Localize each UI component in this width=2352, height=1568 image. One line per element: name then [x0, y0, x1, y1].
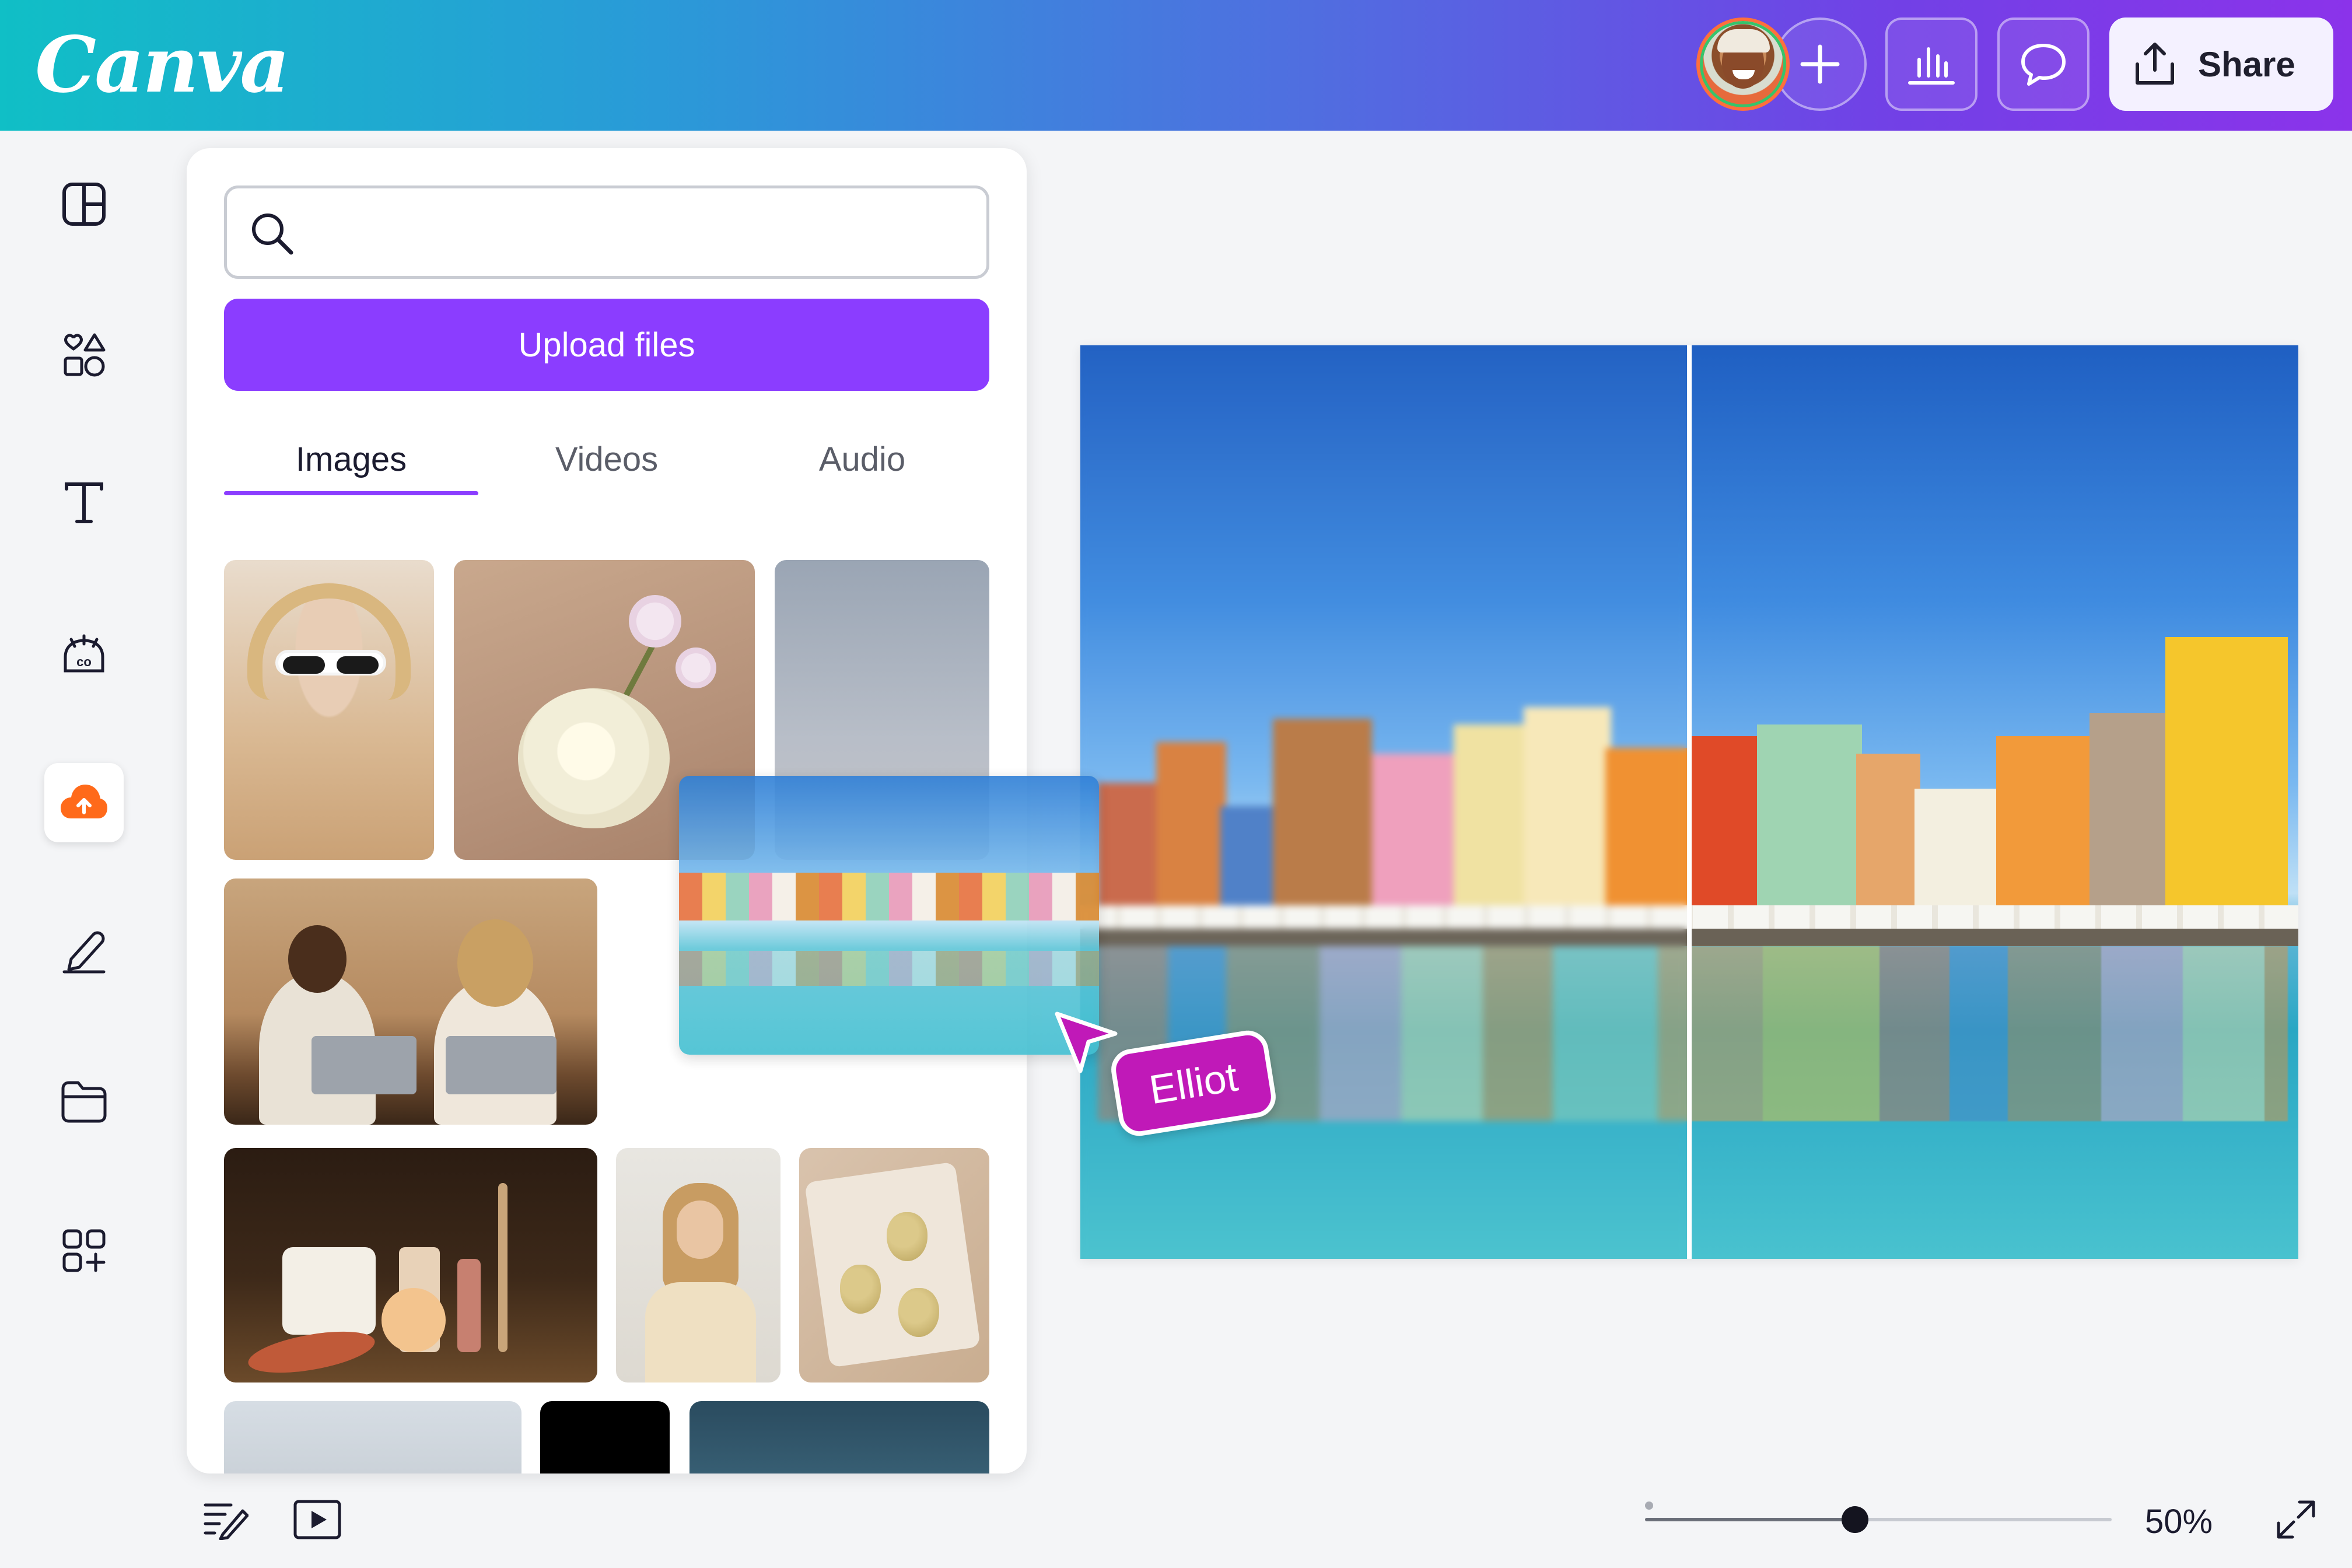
orchid-bloom [629, 595, 681, 648]
rail-elements-button[interactable] [44, 315, 124, 394]
sponge-shape [382, 1288, 446, 1352]
image-thumbnail-cosmetics[interactable] [224, 1148, 597, 1382]
page-divider [1687, 345, 1692, 1259]
svg-text:co: co [76, 654, 92, 669]
design-canvas[interactable] [1080, 345, 2298, 1259]
pear-shape [840, 1265, 881, 1314]
building [2165, 637, 2288, 929]
building [1692, 736, 1762, 929]
image-thumbnail-pears[interactable] [799, 1148, 989, 1382]
rail-projects-button[interactable] [44, 1062, 124, 1141]
rail-apps-button[interactable] [44, 1211, 124, 1290]
orchid-bloom [676, 648, 716, 688]
projects-folder-icon [61, 1081, 107, 1123]
peony-bloom [518, 688, 670, 828]
laptop-shape [312, 1036, 416, 1094]
person-head [288, 925, 346, 993]
brush-shape [498, 1183, 508, 1352]
image-thumbnail-palms[interactable] [690, 1401, 989, 1474]
person-head [457, 919, 533, 1007]
play-present-icon [293, 1500, 341, 1539]
notes-icon [204, 1503, 249, 1540]
building [1996, 736, 2095, 929]
elements-shapes-icon [64, 333, 106, 377]
fullscreen-button[interactable] [2267, 1493, 2325, 1546]
avatar-cap [1717, 29, 1770, 52]
tab-videos[interactable]: Videos [480, 427, 734, 491]
image-thumbnail-woman-reading[interactable] [616, 1148, 780, 1382]
upload-files-button[interactable]: Upload files [224, 299, 989, 391]
pear-shape [898, 1288, 939, 1337]
brand-icon: co [64, 634, 104, 673]
draw-pen-icon [62, 931, 106, 974]
comment-icon [2021, 44, 2066, 86]
comment-button[interactable] [1997, 18, 2090, 111]
image-thumbnail-woman-sunglasses[interactable] [224, 560, 434, 860]
body-shape [645, 1282, 756, 1382]
pear-shape [887, 1212, 928, 1261]
plus-icon [1800, 44, 1840, 84]
image-thumbnail-group[interactable] [224, 1401, 522, 1474]
share-button[interactable]: Share [2109, 18, 2333, 111]
active-tab-indicator [224, 491, 478, 495]
napkin-shape [804, 1161, 981, 1368]
design-layout-icon [62, 183, 106, 226]
zoom-min-dot [1645, 1502, 1653, 1510]
expand-icon [2277, 1500, 2315, 1539]
image-thumbnail-black[interactable] [540, 1401, 670, 1474]
share-label: Share [2198, 44, 2295, 84]
zoom-slider-handle[interactable] [1842, 1506, 1868, 1533]
collaborator-cursor-icon [1055, 1012, 1118, 1073]
building [1856, 754, 1920, 929]
search-input[interactable] [309, 200, 974, 264]
sunglasses-shape [275, 650, 386, 676]
canva-logo[interactable]: Canva [35, 16, 290, 114]
bar-chart-icon [1908, 47, 1955, 85]
search-box[interactable] [224, 186, 989, 279]
lipstick-shape [457, 1259, 481, 1352]
rail-uploads-button[interactable] [44, 763, 124, 842]
text-icon [65, 482, 103, 523]
search-icon [252, 214, 293, 255]
rail-draw-button[interactable] [44, 911, 124, 991]
rail-design-button[interactable] [44, 164, 124, 244]
zoom-slider[interactable] [1645, 1506, 2112, 1533]
insights-button[interactable] [1885, 18, 1978, 111]
present-button[interactable] [288, 1493, 346, 1546]
building [1757, 724, 1862, 929]
dragged-image-preview[interactable] [679, 776, 1099, 1055]
cream-jar [282, 1247, 376, 1335]
face-shape [677, 1200, 723, 1259]
top-bar: Canva Share [0, 0, 2352, 131]
share-upload-icon [2136, 43, 2174, 85]
uploads-cloud-icon [61, 785, 107, 818]
user-avatar[interactable] [1696, 18, 1790, 111]
image-thumbnail-coworkers[interactable] [224, 878, 597, 1125]
laptop-shape [446, 1036, 556, 1094]
zoom-level[interactable]: 50% [2135, 1493, 2222, 1549]
notes-button[interactable] [196, 1493, 254, 1546]
scarf-shape [247, 583, 411, 700]
rail-brand-button[interactable]: co [44, 614, 124, 693]
building [2090, 713, 2171, 929]
drag-preview-reflection [679, 951, 1099, 986]
tab-audio[interactable]: Audio [735, 427, 989, 491]
apps-grid-icon [62, 1229, 106, 1272]
zoom-slider-fill [1645, 1518, 1855, 1521]
tab-images[interactable]: Images [224, 427, 478, 491]
rail-text-button[interactable] [44, 463, 124, 542]
drag-preview-buildings [679, 873, 1099, 921]
